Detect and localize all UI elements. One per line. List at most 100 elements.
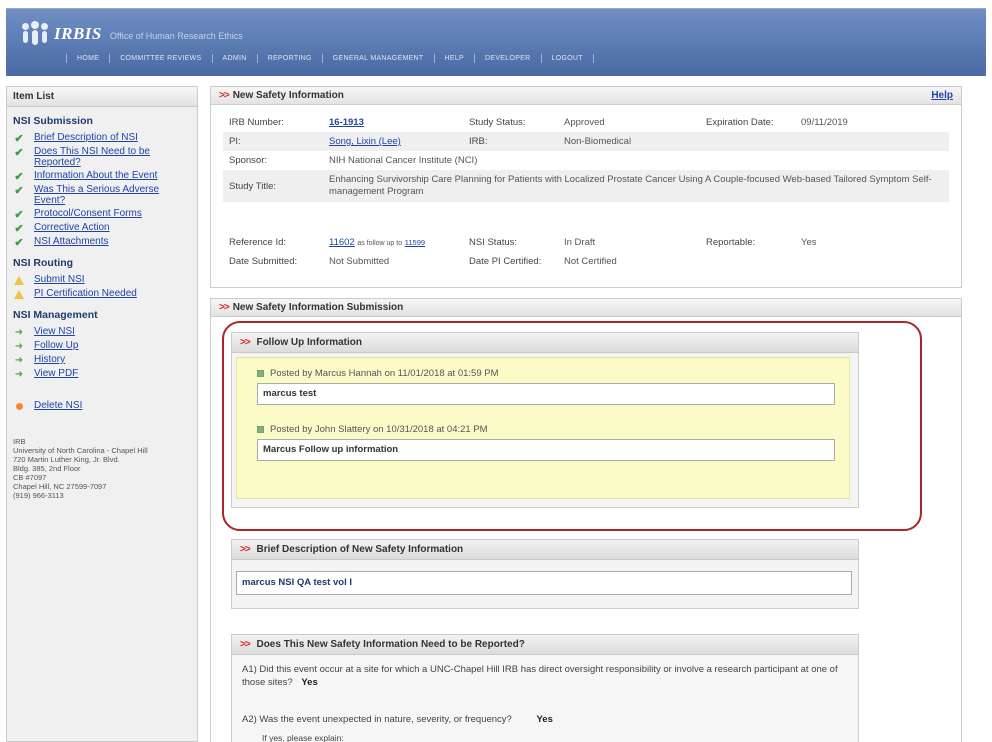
sidebar-item-pi-certification[interactable]: PI Certification Needed — [7, 287, 197, 301]
reported-panel: >> Does This New Safety Information Need… — [231, 634, 859, 742]
sidebar-item-history[interactable]: ➜ History — [7, 353, 197, 367]
date-pi-certified-value: Not Certified — [564, 256, 617, 267]
delete-dot-icon — [13, 400, 25, 412]
sidebar-item-label[interactable]: View NSI — [34, 326, 75, 337]
sidebar-title: Item List — [7, 87, 197, 107]
sidebar-item-label[interactable]: Brief Description of NSI — [34, 132, 138, 143]
pi-link[interactable]: Song, Lixin (Lee) — [329, 136, 401, 147]
arrow-icon: ➜ — [14, 326, 24, 338]
nsi-status-value: In Draft — [564, 237, 596, 248]
nav-reporting[interactable]: REPORTING — [258, 54, 323, 63]
arrow-icon: ➜ — [14, 354, 24, 366]
section-nsi-routing: NSI Routing — [13, 257, 74, 269]
check-icon: ✔ — [14, 222, 24, 235]
people-logo-icon — [20, 21, 50, 47]
irb-label: IRB: — [469, 136, 488, 147]
panel-title: New Safety Information — [232, 90, 344, 101]
expiration-date-label: Expiration Date: — [706, 117, 774, 128]
app-subtitle: Office of Human Research Ethics — [109, 31, 243, 41]
study-info-table: IRB Number: 16-1913 Study Status: Approv… — [223, 113, 949, 202]
nsi-status-label: NSI Status: — [469, 237, 518, 248]
arrow-icon: ➜ — [14, 368, 24, 380]
reported-title: Does This New Safety Information Need to… — [256, 639, 525, 650]
nav-help[interactable]: HELP — [435, 54, 475, 63]
expiration-date-value: 09/11/2019 — [801, 117, 848, 128]
reference-id-link[interactable]: 11602 — [329, 237, 355, 248]
sidebar-item-follow-up[interactable]: ➜ Follow Up — [7, 339, 197, 353]
followup-id-link[interactable]: 11599 — [405, 238, 425, 247]
reference-id-label: Reference Id: — [229, 237, 287, 248]
sidebar-item-submit-nsi[interactable]: Submit NSI — [7, 273, 197, 287]
sidebar-item-label[interactable]: NSI Attachments — [34, 236, 108, 247]
nav-home[interactable]: HOME — [66, 54, 111, 63]
question-a1-text: A1) Did this event occur at a site for w… — [242, 664, 838, 688]
study-status-label: Study Status: — [469, 117, 526, 128]
help-link[interactable]: Help — [931, 87, 953, 104]
panel-header: >> New Safety Information Help — [211, 87, 961, 105]
address-line: University of North Carolina - Chapel Hi… — [13, 446, 148, 455]
item-list-sidebar: Item List NSI Submission ✔ Brief Descript… — [6, 86, 198, 742]
sidebar-item-label[interactable]: Submit NSI — [34, 274, 85, 285]
check-icon: ✔ — [14, 132, 24, 145]
irb-number-label: IRB Number: — [229, 117, 284, 128]
nav-general-management[interactable]: GENERAL MANAGEMENT — [323, 54, 435, 63]
irbis-logo[interactable]: IRBIS Office of Human Research Ethics — [20, 21, 243, 47]
arrow-icon: ➜ — [14, 340, 24, 352]
sidebar-item-label[interactable]: PI Certification Needed — [34, 288, 137, 299]
check-icon: ✔ — [14, 184, 24, 197]
check-icon: ✔ — [14, 146, 24, 159]
chevron-icon: >> — [219, 302, 230, 313]
sponsor-label: Sponsor: — [229, 155, 268, 166]
irb-number-link[interactable]: 16-1913 — [329, 117, 364, 128]
brief-description-panel: >> Brief Description of New Safety Infor… — [231, 539, 859, 609]
address-line: 720 Martin Luther King, Jr. Blvd. — [13, 455, 120, 464]
date-pi-certified-label: Date PI Certified: — [469, 256, 542, 267]
sidebar-item-label[interactable]: Does This NSI Need to be Reported? — [34, 146, 164, 168]
sidebar-item-label[interactable]: Follow Up — [34, 340, 78, 351]
study-title-value: Enhancing Survivorship Care Planning for… — [329, 174, 932, 197]
sidebar-item-label[interactable]: View PDF — [34, 368, 78, 379]
sidebar-item-delete-nsi[interactable]: Delete NSI — [7, 399, 197, 413]
sidebar-item-label[interactable]: Was This a Serious Adverse Event? — [34, 184, 174, 206]
sidebar-item-corrective-action[interactable]: ✔ Corrective Action — [7, 221, 197, 235]
chevron-icon: >> — [240, 544, 251, 555]
sidebar-item-label[interactable]: Information About the Event — [34, 170, 157, 181]
date-submitted-value: Not Submitted — [329, 256, 390, 267]
sidebar-item-brief-description[interactable]: ✔ Brief Description of NSI — [7, 131, 197, 145]
sidebar-item-nsi-attachments[interactable]: ✔ NSI Attachments — [7, 235, 197, 249]
brief-description-text: marcus NSI QA test vol I — [236, 571, 852, 595]
panel-title: New Safety Information Submission — [232, 302, 404, 313]
question-a1-answer: Yes — [301, 677, 318, 688]
reported-header: >> Does This New Safety Information Need… — [232, 635, 858, 655]
brief-description-header: >> Brief Description of New Safety Infor… — [232, 540, 858, 560]
nav-developer[interactable]: DEVELOPER — [475, 54, 542, 63]
sidebar-item-view-pdf[interactable]: ➜ View PDF — [7, 367, 197, 381]
reportable-label: Reportable: — [706, 237, 756, 248]
nav-committee-reviews[interactable]: COMMITTEE REVIEWS — [110, 54, 213, 63]
study-title-label: Study Title: — [229, 180, 276, 192]
address-line: CB #7097 — [13, 473, 47, 482]
warning-icon — [13, 274, 25, 286]
sidebar-item-view-nsi[interactable]: ➜ View NSI — [7, 325, 197, 339]
sidebar-item-label[interactable]: Protocol/Consent Forms — [34, 208, 142, 219]
nav-admin[interactable]: ADMIN — [213, 54, 258, 63]
section-nsi-submission: NSI Submission — [13, 115, 93, 127]
app-name: IRBIS — [54, 24, 102, 43]
sidebar-item-serious-adverse[interactable]: ✔ Was This a Serious Adverse Event? — [7, 183, 197, 207]
check-icon: ✔ — [14, 170, 24, 183]
app-header: IRBIS Office of Human Research Ethics HO… — [6, 8, 986, 76]
sidebar-item-protocol-consent[interactable]: ✔ Protocol/Consent Forms — [7, 207, 197, 221]
sidebar-item-information-event[interactable]: ✔ Information About the Event — [7, 169, 197, 183]
sidebar-item-label[interactable]: Corrective Action — [34, 222, 110, 233]
sidebar-item-label[interactable]: History — [34, 354, 65, 365]
question-a1: A1) Did this event occur at a site for w… — [242, 663, 852, 689]
panel-header: >> New Safety Information Submission — [211, 299, 961, 317]
chevron-icon: >> — [219, 90, 230, 101]
nav-logout[interactable]: LOGOUT — [542, 54, 594, 63]
sidebar-item-need-reported[interactable]: ✔ Does This NSI Need to be Reported? — [7, 145, 197, 169]
sidebar-item-label[interactable]: Delete NSI — [34, 400, 82, 411]
pi-label: PI: — [229, 136, 241, 147]
chevron-icon: >> — [240, 639, 251, 650]
question-a2-followup: If yes, please explain: — [262, 733, 344, 742]
new-safety-information-panel: >> New Safety Information Help IRB Numbe… — [210, 86, 962, 288]
